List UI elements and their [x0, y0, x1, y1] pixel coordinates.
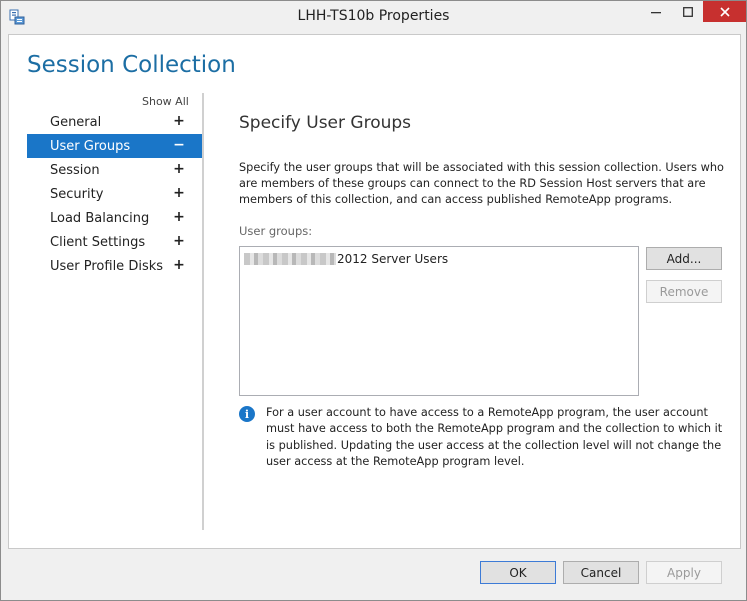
window-title: LHH-TS10b Properties [297, 8, 450, 24]
expand-plus-icon[interactable]: + [173, 113, 185, 129]
nav-item-label: User Groups [50, 138, 131, 154]
nav-item-label: Client Settings [50, 234, 146, 250]
section-nav: General + User Groups − Session + Securi… [27, 110, 202, 278]
user-groups-label: User groups: [239, 224, 313, 238]
expand-plus-icon[interactable]: + [173, 257, 185, 273]
nav-item-general[interactable]: General + [27, 110, 202, 134]
apply-button[interactable]: Apply [646, 561, 722, 584]
info-icon: i [239, 406, 255, 422]
list-item[interactable]: 2012 Server Users [244, 251, 448, 267]
add-button[interactable]: Add... [646, 247, 722, 270]
nav-item-label: Security [50, 186, 104, 202]
minimize-icon [651, 12, 661, 14]
minimize-button[interactable] [641, 1, 671, 23]
nav-item-load-balancing[interactable]: Load Balancing + [27, 206, 202, 230]
show-all-link[interactable]: Show All [142, 95, 189, 108]
nav-divider [202, 93, 204, 530]
nav-item-session[interactable]: Session + [27, 158, 202, 182]
nav-item-label: Session [50, 162, 100, 178]
close-button[interactable] [703, 1, 746, 22]
remove-button[interactable]: Remove [646, 280, 722, 303]
nav-item-client-settings[interactable]: Client Settings + [27, 230, 202, 254]
info-message: For a user account to have access to a R… [266, 406, 723, 468]
nav-item-label: User Profile Disks [50, 258, 164, 274]
expand-plus-icon[interactable]: + [173, 185, 185, 201]
ok-button[interactable]: OK [480, 561, 556, 584]
nav-item-label: General [50, 114, 102, 130]
nav-item-label: Load Balancing [50, 210, 150, 226]
expand-plus-icon[interactable]: + [173, 233, 185, 249]
expand-plus-icon[interactable]: + [173, 209, 185, 225]
nav-item-user-groups[interactable]: User Groups − [27, 134, 202, 158]
cancel-button[interactable]: Cancel [563, 561, 639, 584]
redacted-domain [244, 253, 336, 265]
dialog-body: Session Collection Show All General + Us… [8, 34, 741, 549]
user-groups-list[interactable]: 2012 Server Users [239, 246, 639, 396]
nav-item-user-profile-disks[interactable]: User Profile Disks + [27, 254, 202, 278]
section-title: Specify User Groups [239, 113, 412, 133]
maximize-button[interactable] [673, 1, 703, 23]
user-group-name: 2012 Server Users [337, 252, 449, 266]
title-bar[interactable]: LHH-TS10b Properties [1, 1, 746, 34]
nav-item-security[interactable]: Security + [27, 182, 202, 206]
maximize-icon [683, 7, 693, 17]
expand-plus-icon[interactable]: + [173, 161, 185, 177]
properties-window: LHH-TS10b Properties Session Collection … [0, 0, 747, 601]
section-description: Specify the user groups that will be ass… [239, 161, 724, 206]
close-icon [719, 6, 730, 17]
page-heading: Session Collection [27, 52, 236, 78]
collapse-minus-icon[interactable]: − [173, 137, 185, 153]
